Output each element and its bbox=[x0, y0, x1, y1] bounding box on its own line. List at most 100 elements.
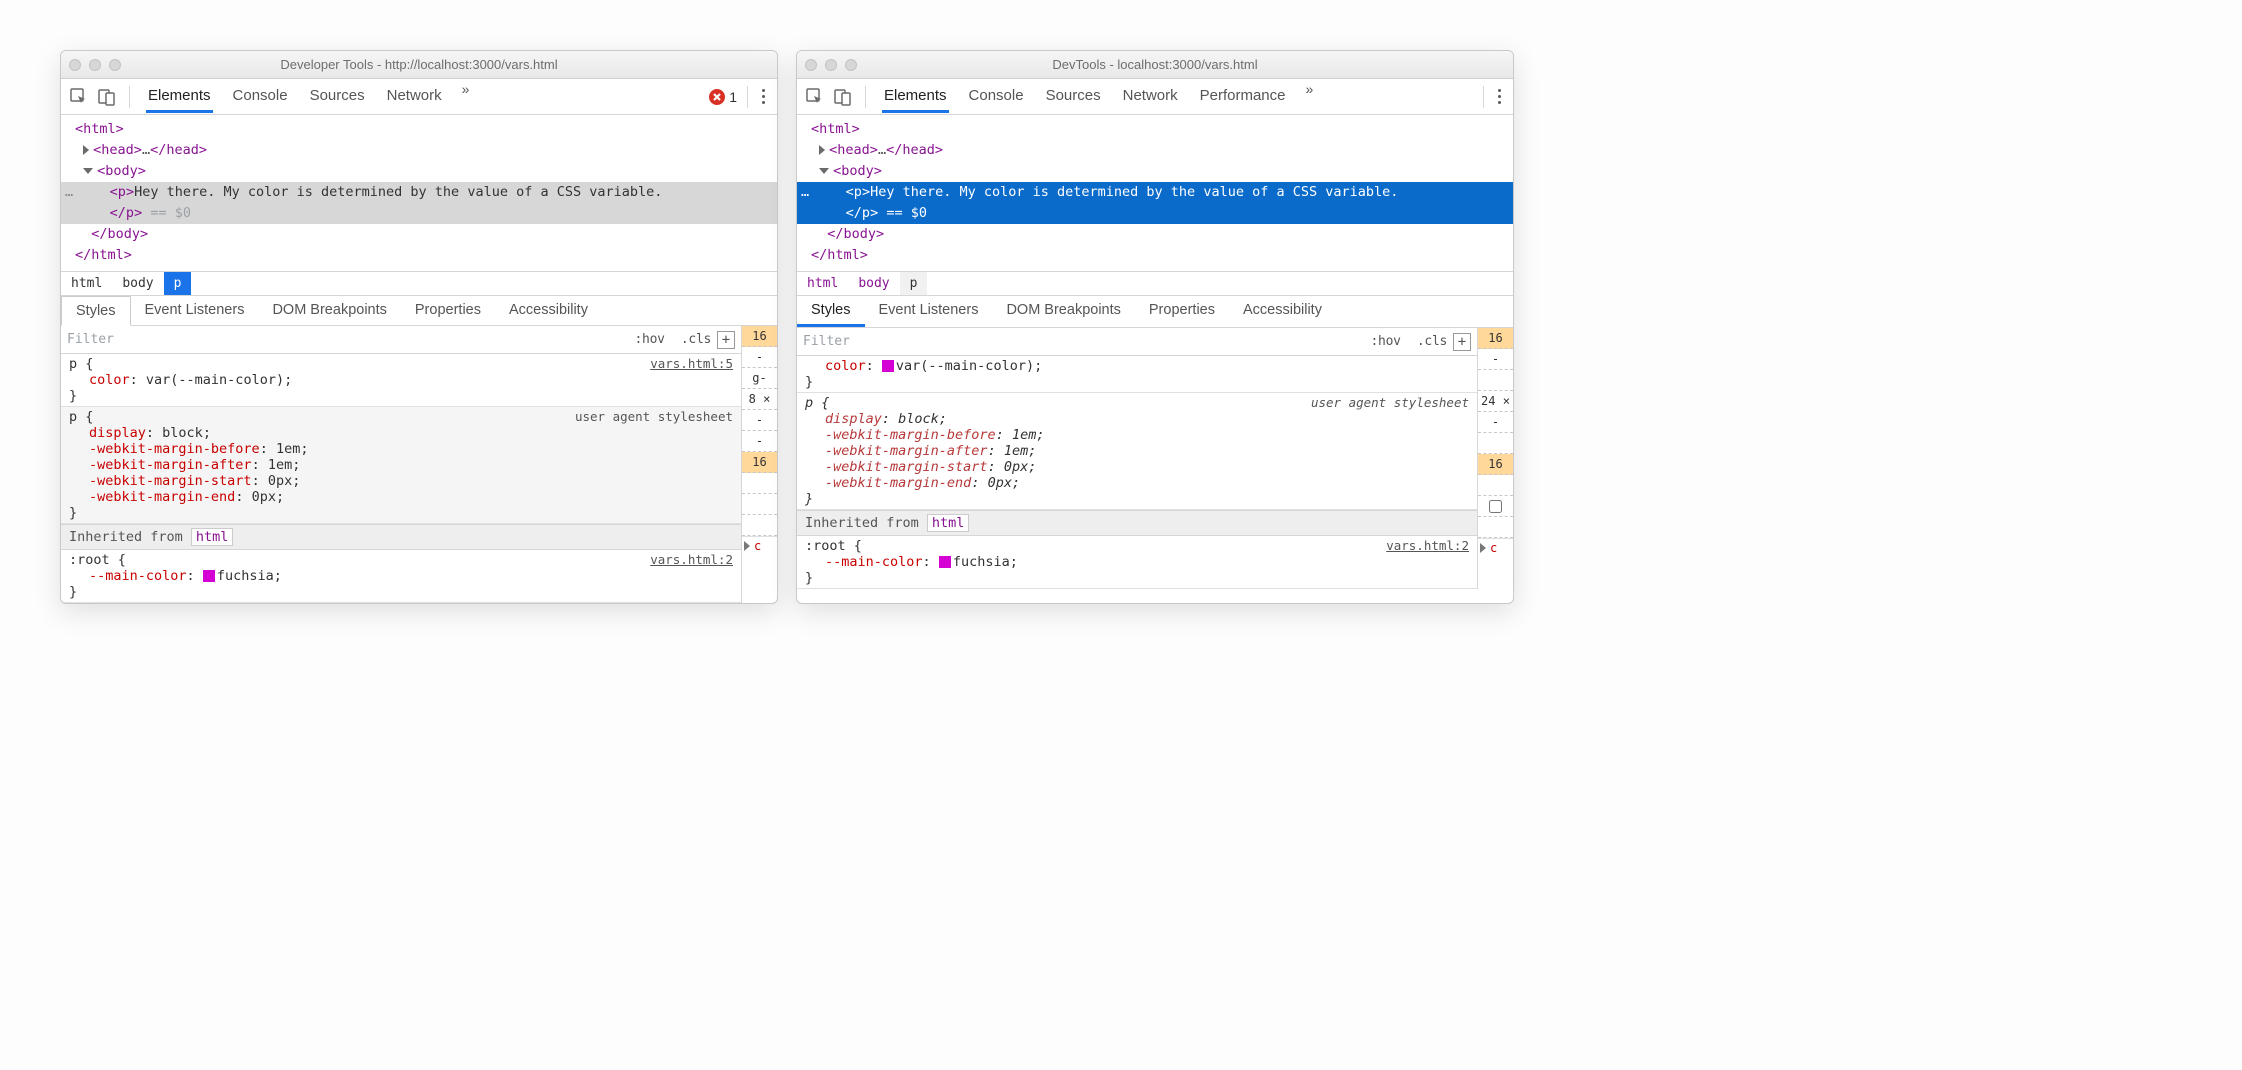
menu-icon[interactable] bbox=[758, 85, 769, 108]
dom-html-close[interactable]: </html> bbox=[797, 245, 1513, 266]
subtab-styles[interactable]: Styles bbox=[797, 296, 865, 327]
eq0: == $0 bbox=[878, 205, 927, 221]
rule-selector: p { bbox=[69, 356, 93, 372]
inherited-bar: Inherited from html bbox=[797, 510, 1477, 536]
crumb-html[interactable]: html bbox=[797, 272, 848, 295]
filter-input[interactable]: Filter bbox=[67, 332, 635, 347]
separator bbox=[747, 86, 748, 108]
error-badge[interactable]: 1 bbox=[709, 89, 737, 105]
window-title: Developer Tools - http://localhost:3000/… bbox=[61, 57, 777, 72]
styles-tabs: Styles Event Listeners DOM Breakpoints P… bbox=[797, 296, 1513, 328]
crumb-p[interactable]: p bbox=[164, 272, 192, 295]
rule-author[interactable]: p {vars.html:5 color: var(--main-color);… bbox=[61, 354, 741, 407]
ellipsis-icon: … bbox=[797, 182, 813, 224]
tab-sources[interactable]: Sources bbox=[1044, 81, 1103, 113]
dom-tree[interactable]: <html> <head>…</head> <body> … <p>Hey th… bbox=[61, 115, 777, 271]
crumb-body[interactable]: body bbox=[112, 272, 163, 295]
cls-toggle[interactable]: .cls bbox=[681, 332, 711, 347]
dom-body-open[interactable]: <body> bbox=[61, 161, 777, 182]
p-text: Hey there. My color is determined by the… bbox=[870, 184, 1398, 200]
dom-html-close[interactable]: </html> bbox=[61, 245, 777, 266]
hov-toggle[interactable]: :hov bbox=[1371, 334, 1401, 349]
dom-body-open[interactable]: <body> bbox=[797, 161, 1513, 182]
rule-root[interactable]: :root {vars.html:2 --main-color: fuchsia… bbox=[61, 550, 741, 603]
color-swatch[interactable] bbox=[882, 360, 894, 372]
cls-toggle[interactable]: .cls bbox=[1417, 334, 1447, 349]
rule-ua: p {user agent stylesheet display: block;… bbox=[797, 393, 1477, 510]
rule-source[interactable]: vars.html:2 bbox=[1386, 538, 1469, 554]
subtab-listeners[interactable]: Event Listeners bbox=[865, 296, 993, 327]
error-icon bbox=[709, 89, 725, 105]
subtab-a11y[interactable]: Accessibility bbox=[1229, 296, 1336, 327]
separator bbox=[1483, 86, 1484, 108]
chevron-right-icon bbox=[1480, 543, 1486, 553]
p-text: Hey there. My color is determined by the… bbox=[134, 184, 662, 200]
dom-body-close[interactable]: </body> bbox=[797, 224, 1513, 245]
styles-pane: Filter :hov .cls + p {vars.html:5 color:… bbox=[61, 326, 777, 603]
rule-author[interactable]: color: var(--main-color); } bbox=[797, 356, 1477, 393]
subtab-dombp[interactable]: DOM Breakpoints bbox=[258, 296, 400, 325]
tab-network[interactable]: Network bbox=[1121, 81, 1180, 113]
tab-network[interactable]: Network bbox=[385, 81, 444, 113]
toggle-checkbox[interactable] bbox=[1489, 500, 1502, 513]
crumb-p[interactable]: p bbox=[900, 272, 928, 295]
subtab-properties[interactable]: Properties bbox=[1135, 296, 1229, 327]
color-swatch[interactable] bbox=[939, 556, 951, 568]
error-count: 1 bbox=[729, 89, 737, 105]
color-swatch[interactable] bbox=[203, 570, 215, 582]
subtab-a11y[interactable]: Accessibility bbox=[495, 296, 602, 325]
dom-p-selected[interactable]: … <p>Hey there. My color is determined b… bbox=[61, 182, 777, 224]
rule-source[interactable]: vars.html:2 bbox=[650, 552, 733, 568]
subtab-listeners[interactable]: Event Listeners bbox=[131, 296, 259, 325]
dom-body-close[interactable]: </body> bbox=[61, 224, 777, 245]
ua-label: user agent stylesheet bbox=[575, 409, 733, 425]
dom-head[interactable]: <head>…</head> bbox=[61, 140, 777, 161]
inspect-icon[interactable] bbox=[69, 87, 89, 107]
dom-p-selected[interactable]: … <p>Hey there. My color is determined b… bbox=[797, 182, 1513, 224]
dom-html-open[interactable]: <html> bbox=[797, 119, 1513, 140]
devtools-window-left: Developer Tools - http://localhost:3000/… bbox=[60, 50, 778, 604]
tabs-overflow-icon[interactable]: » bbox=[462, 81, 470, 113]
subtab-dombp[interactable]: DOM Breakpoints bbox=[992, 296, 1134, 327]
toolbar: Elements Console Sources Network Perform… bbox=[797, 79, 1513, 115]
hov-toggle[interactable]: :hov bbox=[635, 332, 665, 347]
drawer-toggle[interactable]: c bbox=[742, 536, 777, 554]
breadcrumb: html body p bbox=[61, 271, 777, 296]
dom-html-open[interactable]: <html> bbox=[61, 119, 777, 140]
ua-label: user agent stylesheet bbox=[1311, 395, 1469, 411]
computed-gutter: 16 - g- 8 × - - 16 c bbox=[741, 326, 777, 603]
dom-head[interactable]: <head>…</head> bbox=[797, 140, 1513, 161]
subtab-properties[interactable]: Properties bbox=[401, 296, 495, 325]
filter-bar: Filter :hov .cls + bbox=[61, 326, 741, 354]
separator bbox=[865, 86, 866, 108]
filter-input[interactable]: Filter bbox=[803, 334, 1371, 349]
dom-tree[interactable]: <html> <head>…</head> <body> … <p>Hey th… bbox=[797, 115, 1513, 271]
tab-elements[interactable]: Elements bbox=[882, 81, 949, 113]
main-tabs: Elements Console Sources Network Perform… bbox=[882, 81, 1313, 113]
tab-console[interactable]: Console bbox=[967, 81, 1026, 113]
drawer-toggle[interactable]: c bbox=[1478, 538, 1513, 556]
new-rule-button[interactable]: + bbox=[1453, 333, 1471, 351]
toolbar: Elements Console Sources Network » 1 bbox=[61, 79, 777, 115]
chevron-right-icon bbox=[744, 541, 750, 551]
eq0: == $0 bbox=[142, 205, 191, 221]
tab-sources[interactable]: Sources bbox=[308, 81, 367, 113]
crumb-html[interactable]: html bbox=[61, 272, 112, 295]
rule-root[interactable]: :root {vars.html:2 --main-color: fuchsia… bbox=[797, 536, 1477, 589]
inspect-icon[interactable] bbox=[805, 87, 825, 107]
menu-icon[interactable] bbox=[1494, 85, 1505, 108]
window-title: DevTools - localhost:3000/vars.html bbox=[797, 57, 1513, 72]
crumb-body[interactable]: body bbox=[848, 272, 899, 295]
computed-gutter: 16 - 24 × - 16 c bbox=[1477, 328, 1513, 589]
tab-performance[interactable]: Performance bbox=[1198, 81, 1288, 113]
tabs-overflow-icon[interactable]: » bbox=[1306, 81, 1314, 113]
rule-source[interactable]: vars.html:5 bbox=[650, 356, 733, 372]
styles-pane: Filter :hov .cls + color: var(--main-col… bbox=[797, 328, 1513, 589]
device-icon[interactable] bbox=[97, 87, 117, 107]
tab-console[interactable]: Console bbox=[231, 81, 290, 113]
new-rule-button[interactable]: + bbox=[717, 331, 735, 349]
subtab-styles[interactable]: Styles bbox=[61, 296, 131, 326]
ellipsis-icon: … bbox=[61, 182, 77, 224]
tab-elements[interactable]: Elements bbox=[146, 81, 213, 113]
device-icon[interactable] bbox=[833, 87, 853, 107]
